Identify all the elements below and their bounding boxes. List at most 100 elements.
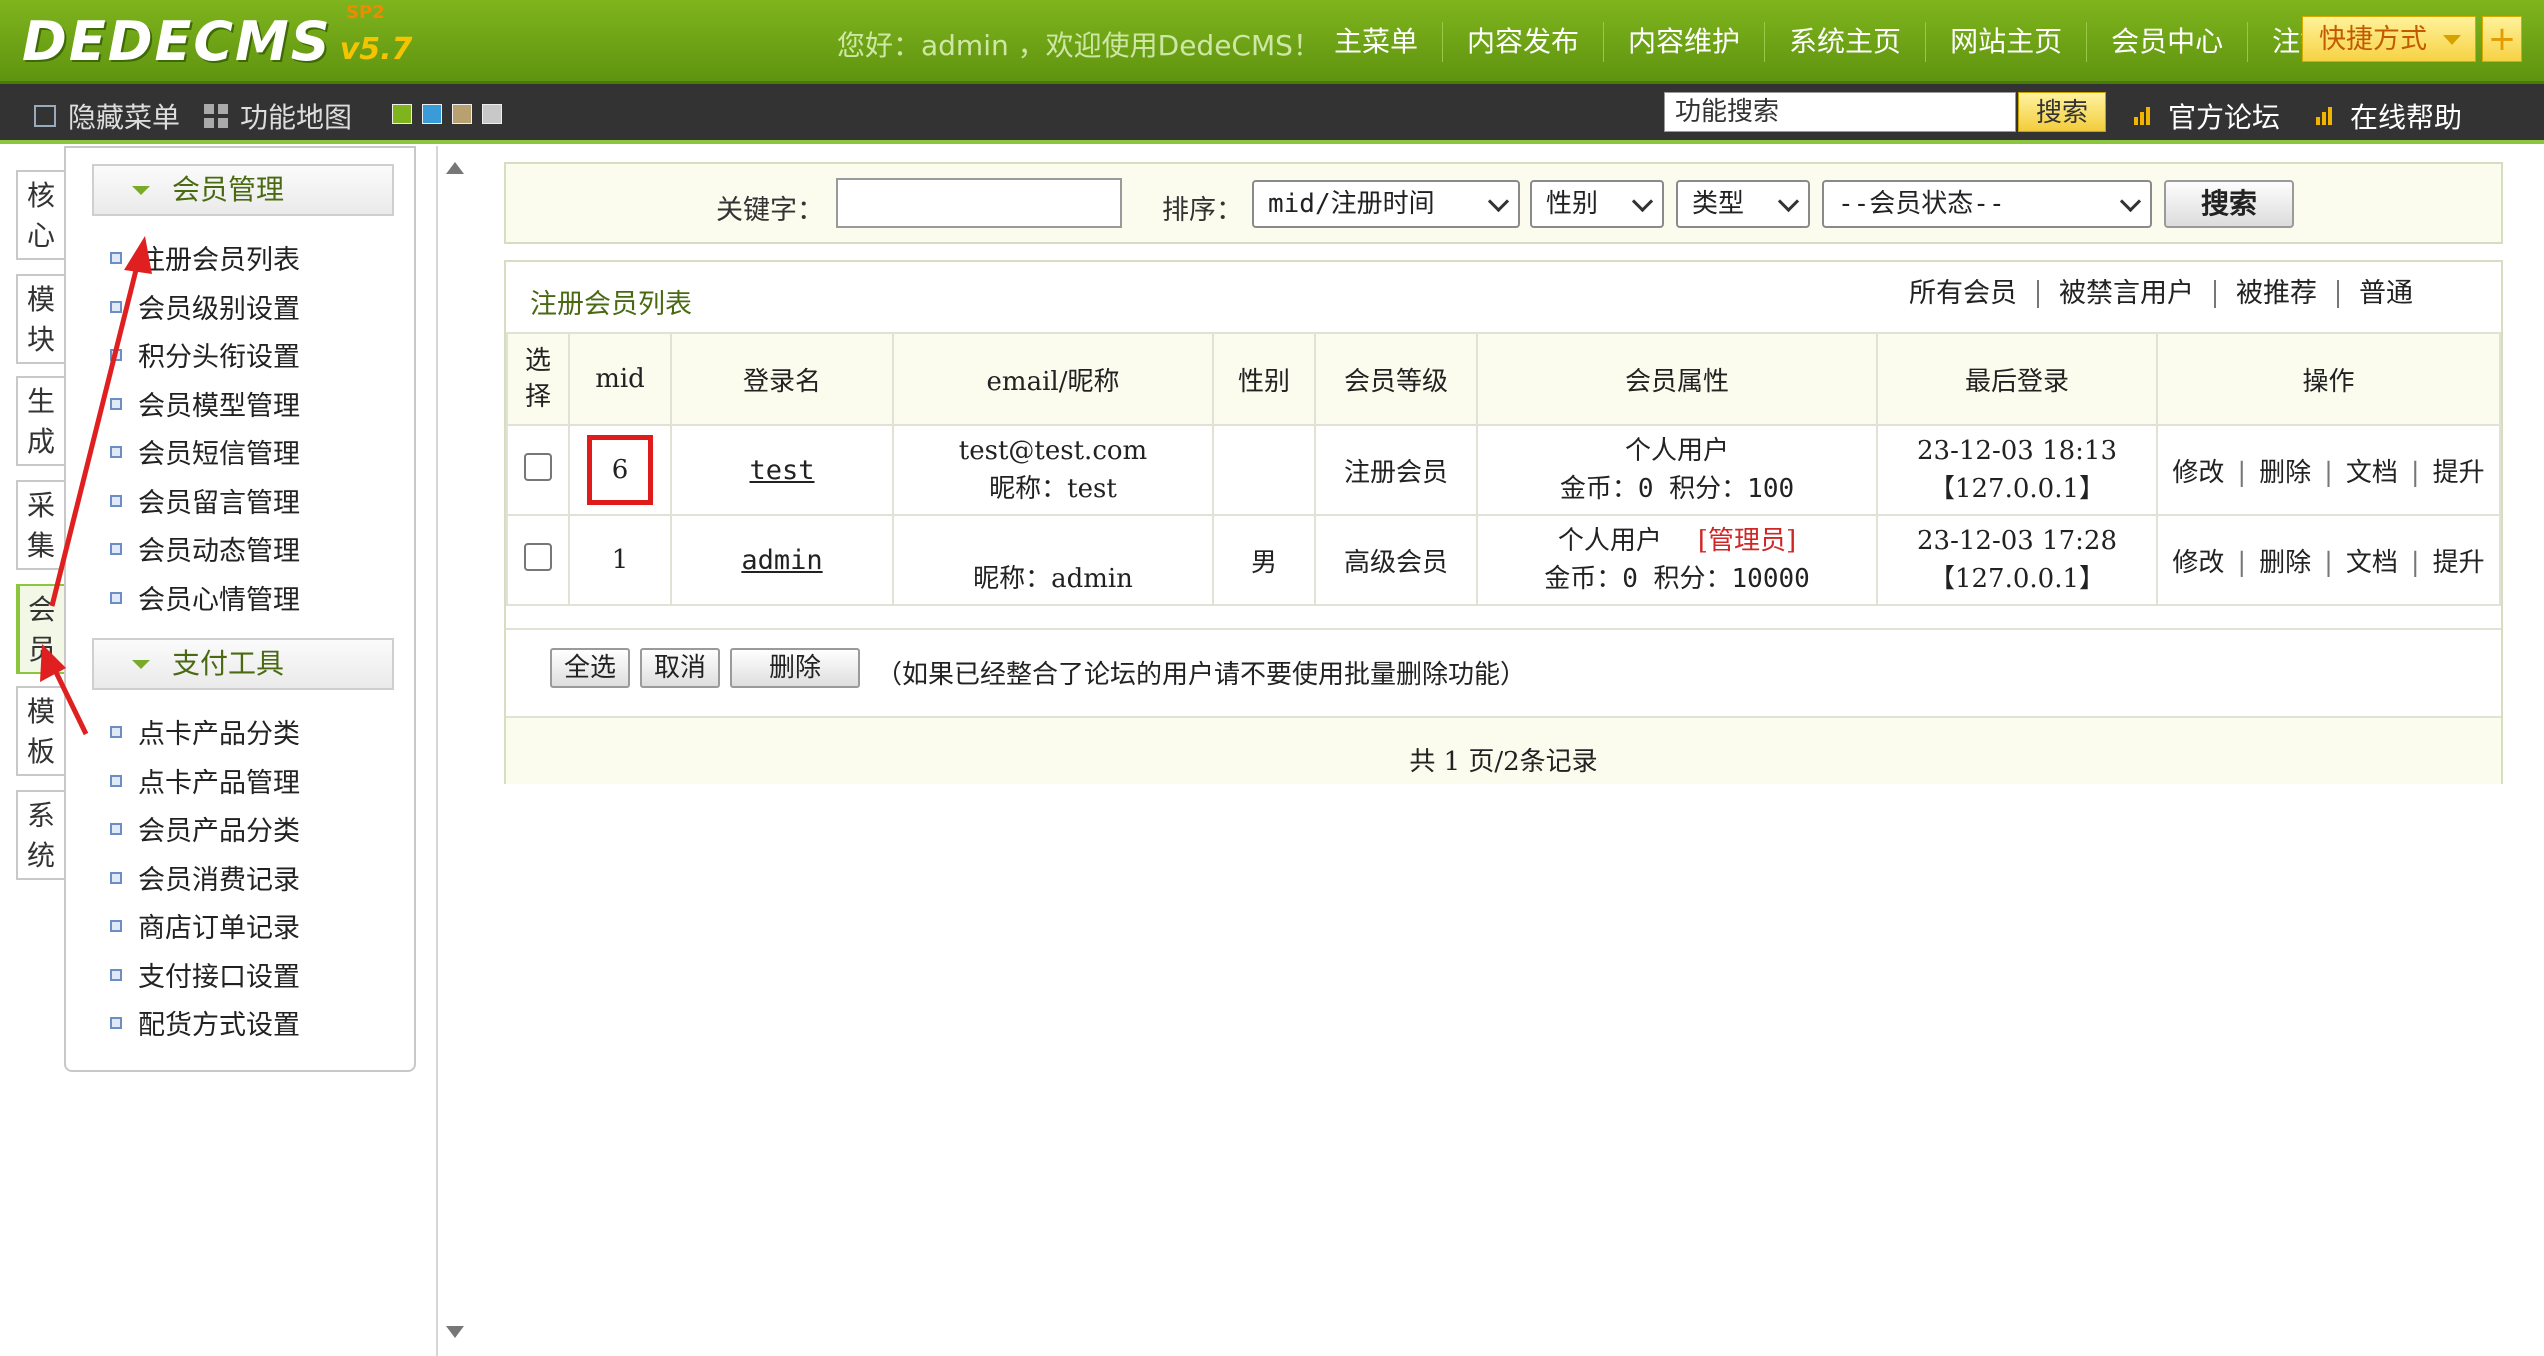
signal-icon — [2134, 107, 2152, 125]
promote-link[interactable]: 提升 — [2420, 548, 2498, 578]
documents-link[interactable]: 文档 — [2333, 458, 2411, 488]
side-tab-system[interactable]: 系 统 — [16, 790, 64, 880]
batch-delete-button[interactable]: 删除 — [730, 648, 860, 688]
menu-item-shop-orders[interactable]: 商店订单记录 — [110, 906, 300, 945]
row-checkbox[interactable] — [524, 542, 552, 571]
select-all-button[interactable]: 全选 — [550, 648, 630, 688]
menu-item-label: 积分头衔设置 — [138, 342, 300, 373]
promote-link[interactable]: 提升 — [2420, 458, 2498, 488]
official-forum-link[interactable]: 官方论坛 — [2134, 96, 2280, 136]
panel-icon — [34, 105, 56, 127]
side-tab-core[interactable]: 核 心 — [16, 170, 64, 260]
function-map-button[interactable]: 功能地图 — [204, 96, 352, 136]
last-login-cell: 23-12-03 18:13 【127.0.0.1】 — [1876, 424, 2158, 516]
attr-type: 个人用户 [管理员] — [1478, 522, 1876, 560]
menu-item-card-category[interactable]: 点卡产品分类 — [110, 712, 300, 751]
member-status-select[interactable]: --会员状态-- — [1822, 180, 2152, 228]
skin-blue-swatch[interactable] — [422, 104, 442, 124]
menu-item-member-mood[interactable]: 会员心情管理 — [110, 578, 300, 617]
nav-system-home[interactable]: 系统主页 — [1765, 22, 1927, 62]
chevron-down-icon — [1777, 190, 1800, 213]
chevron-down-icon — [2119, 190, 2142, 213]
side-tab-label: 系 统 — [26, 799, 55, 872]
menu-item-points-title[interactable]: 积分头衔设置 — [110, 335, 300, 374]
menu-scrollbar[interactable] — [436, 146, 468, 1356]
online-help-link[interactable]: 在线帮助 — [2316, 96, 2462, 136]
menu-item-delivery-method[interactable]: 配货方式设置 — [110, 1003, 300, 1042]
scroll-up-icon[interactable] — [446, 162, 464, 174]
skin-green-swatch[interactable] — [392, 104, 412, 124]
row-checkbox[interactable] — [524, 452, 552, 481]
nav-member-center[interactable]: 会员中心 — [2087, 22, 2249, 62]
side-tab-label: 核 心 — [26, 179, 55, 252]
skin-gray-swatch[interactable] — [482, 104, 502, 124]
filter-recommended[interactable]: 被推荐 — [2216, 280, 2339, 308]
chevron-down-icon — [1487, 190, 1510, 213]
function-search-input[interactable]: 功能搜索 — [1664, 92, 2016, 132]
mid-cell: 6 — [568, 424, 672, 516]
login-name-link[interactable]: test — [749, 455, 814, 486]
side-tab-generate[interactable]: 生 成 — [16, 376, 64, 466]
member-filter-links: 所有会员 被禁言用户 被推荐 普通 — [1889, 280, 2413, 308]
delete-link[interactable]: 删除 — [2246, 458, 2324, 488]
menu-item-member-sms[interactable]: 会员短信管理 — [110, 432, 300, 471]
filter-normal[interactable]: 普通 — [2339, 280, 2413, 308]
member-table: 选 择 mid 登录名 email/昵称 性别 会员等级 会员属性 最后登录 操… — [506, 332, 2501, 606]
menu-item-member-activity[interactable]: 会员动态管理 — [110, 529, 300, 568]
hide-menu-label: 隐藏菜单 — [68, 101, 181, 134]
quick-menu-button[interactable]: 快捷方式 — [2302, 16, 2476, 62]
keyword-input[interactable] — [836, 178, 1122, 228]
menu-item-payment-gateway[interactable]: 支付接口设置 — [110, 955, 300, 994]
delete-link[interactable]: 删除 — [2246, 548, 2324, 578]
menu-item-member-message[interactable]: 会员留言管理 — [110, 481, 300, 520]
email-cell: 昵称：admin — [892, 514, 1214, 606]
hide-menu-button[interactable]: 隐藏菜单 — [34, 96, 180, 136]
scroll-down-icon[interactable] — [446, 1326, 464, 1338]
menu-item-member-list[interactable]: 注册会员列表 — [110, 238, 300, 277]
member-list-panel: 注册会员列表 所有会员 被禁言用户 被推荐 普通 选 择 mid 登录名 ema… — [504, 260, 2503, 784]
last-login-cell: 23-12-03 17:28 【127.0.0.1】 — [1876, 514, 2158, 606]
keyword-label: 关键字： — [716, 195, 824, 226]
actions-cell: 修改 | 删除 | 文档 | 提升 — [2156, 514, 2501, 606]
gender-select[interactable]: 性别 — [1530, 180, 1664, 228]
menu-item-label: 会员级别设置 — [138, 294, 300, 325]
side-tab-template[interactable]: 模 板 — [16, 686, 64, 776]
quick-add-button[interactable]: + — [2482, 16, 2522, 62]
sort-select[interactable]: mid/注册时间 — [1252, 180, 1520, 228]
edit-link[interactable]: 修改 — [2159, 548, 2237, 578]
menu-item-card-manage[interactable]: 点卡产品管理 — [110, 761, 300, 800]
menu-item-member-product-category[interactable]: 会员产品分类 — [110, 809, 300, 848]
bullet-icon — [110, 871, 122, 884]
type-select[interactable]: 类型 — [1676, 180, 1810, 228]
edit-link[interactable]: 修改 — [2159, 458, 2237, 488]
nav-main-menu[interactable]: 主菜单 — [1310, 22, 1444, 62]
col-select: 选 择 — [506, 332, 570, 426]
side-tab-label: 模 块 — [26, 283, 55, 356]
type-select-value: 类型 — [1692, 189, 1745, 219]
filter-muted-users[interactable]: 被禁言用户 — [2039, 280, 2216, 308]
search-button[interactable]: 搜索 — [2164, 180, 2294, 228]
toolbar: 隐藏菜单 功能地图 功能搜索 搜索 官方论坛 在线帮助 — [0, 84, 2544, 144]
actions-cell: 修改 | 删除 | 文档 | 提升 — [2156, 424, 2501, 516]
nav-website-home[interactable]: 网站主页 — [1926, 22, 2088, 62]
menu-item-member-model[interactable]: 会员模型管理 — [110, 384, 300, 423]
nav-content-publish[interactable]: 内容发布 — [1443, 22, 1605, 62]
filter-all-members[interactable]: 所有会员 — [1889, 280, 2039, 308]
bullet-icon — [110, 968, 122, 981]
side-tab-module[interactable]: 模 块 — [16, 274, 64, 364]
nav-content-maintain[interactable]: 内容维护 — [1604, 22, 1766, 62]
menu-item-consumption-record[interactable]: 会员消费记录 — [110, 858, 300, 897]
side-tab-collect[interactable]: 采 集 — [16, 480, 64, 570]
bullet-icon — [110, 494, 122, 507]
menu-group-member-manage[interactable]: 会员管理 — [92, 164, 394, 216]
skin-brown-swatch[interactable] — [452, 104, 472, 124]
login-name-link[interactable]: admin — [741, 545, 822, 576]
logo-text: DEDECMS — [22, 10, 332, 73]
documents-link[interactable]: 文档 — [2333, 548, 2411, 578]
function-search-button[interactable]: 搜索 — [2018, 92, 2106, 132]
menu-item-member-level[interactable]: 会员级别设置 — [110, 287, 300, 326]
menu-group-payment-tools[interactable]: 支付工具 — [92, 638, 394, 690]
cancel-selection-button[interactable]: 取消 — [640, 648, 720, 688]
last-login-time: 23-12-03 18:13 — [1916, 436, 2117, 466]
side-tab-member[interactable]: 会 员 — [16, 584, 64, 674]
